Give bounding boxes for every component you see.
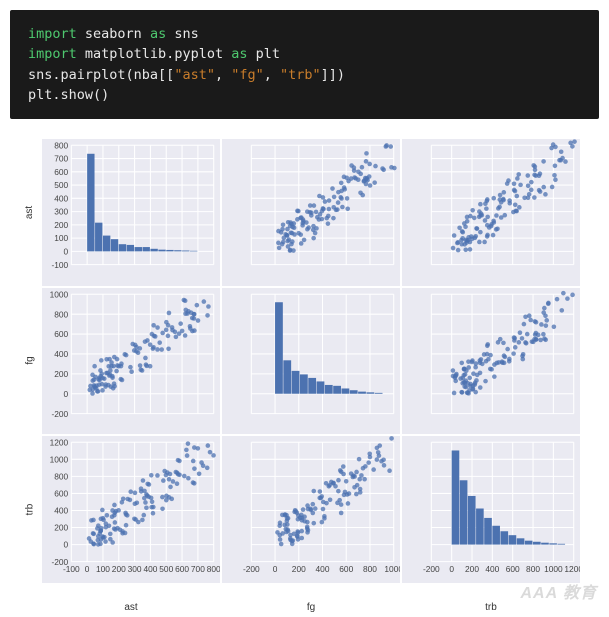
svg-text:200: 200: [54, 523, 68, 533]
ylabel-ast: ast: [20, 139, 40, 286]
svg-text:200: 200: [54, 369, 68, 379]
svg-text:400: 400: [54, 349, 68, 359]
svg-text:600: 600: [339, 564, 353, 574]
svg-text:1000: 1000: [544, 564, 563, 574]
code-line-3: sns.pairplot(nba[["ast", "fg", "trb"]]): [28, 65, 581, 85]
svg-text:1000: 1000: [50, 289, 69, 299]
svg-text:200: 200: [54, 220, 68, 230]
svg-text:-200: -200: [243, 564, 260, 574]
cell-trb-trb: -200 0 200 400 600 800 10001200: [402, 436, 580, 583]
cell-fg-trb: [402, 288, 580, 435]
svg-text:800: 800: [207, 564, 220, 574]
svg-text:1000: 1000: [384, 564, 400, 574]
ylabel-trb: trb: [20, 436, 40, 583]
code-line-1: import seaborn as sns: [28, 24, 581, 44]
svg-text:800: 800: [54, 472, 68, 482]
svg-text:1200: 1200: [564, 564, 580, 574]
svg-text:200: 200: [292, 564, 306, 574]
svg-text:0: 0: [85, 564, 90, 574]
svg-text:600: 600: [506, 564, 520, 574]
cell-ast-ast: -100 0 100 200 300 400 500 600 700 800: [42, 139, 220, 286]
svg-text:400: 400: [54, 193, 68, 203]
cell-ast-trb: [402, 139, 580, 286]
svg-text:400: 400: [316, 564, 330, 574]
watermark: AAA 教育: [520, 579, 597, 603]
xlabel-ast: ast: [42, 585, 220, 615]
code-line-2: import matplotlib.pyplot as plt: [28, 44, 581, 64]
ylabel-fg: fg: [20, 288, 40, 435]
svg-text:400: 400: [143, 564, 157, 574]
pairplot-grid: ast -1000100200300400500600700800 fg -20…: [20, 139, 580, 599]
svg-text:1200: 1200: [50, 438, 69, 448]
cell-trb-ast: -200020040060080010001200-10001002003004…: [42, 436, 220, 583]
svg-text:300: 300: [128, 564, 142, 574]
svg-text:1000: 1000: [50, 455, 69, 465]
svg-text:600: 600: [54, 489, 68, 499]
keyword: import: [28, 26, 77, 42]
svg-text:800: 800: [54, 140, 68, 150]
svg-text:-100: -100: [51, 260, 68, 270]
cell-fg-ast: -200 0 200 400 600 800 1000: [42, 288, 220, 435]
svg-text:0: 0: [64, 247, 69, 257]
svg-text:200: 200: [465, 564, 479, 574]
cell-ast-fg: [222, 139, 400, 286]
svg-text:600: 600: [54, 167, 68, 177]
code-line-4: plt.show(): [28, 85, 581, 105]
svg-text:200: 200: [112, 564, 126, 574]
svg-text:-200: -200: [423, 564, 440, 574]
svg-text:600: 600: [54, 329, 68, 339]
svg-text:400: 400: [485, 564, 499, 574]
svg-text:800: 800: [363, 564, 377, 574]
svg-text:500: 500: [54, 180, 68, 190]
svg-text:800: 800: [526, 564, 540, 574]
svg-text:400: 400: [54, 506, 68, 516]
svg-text:0: 0: [64, 540, 69, 550]
svg-text:-100: -100: [63, 564, 80, 574]
svg-text:300: 300: [54, 207, 68, 217]
svg-text:700: 700: [54, 154, 68, 164]
xlabel-fg: fg: [222, 585, 400, 615]
svg-text:500: 500: [159, 564, 173, 574]
svg-text:0: 0: [449, 564, 454, 574]
svg-text:0: 0: [64, 388, 69, 398]
svg-text:800: 800: [54, 309, 68, 319]
cell-trb-fg: -200 0 200 400 600 800 1000: [222, 436, 400, 583]
svg-text:600: 600: [175, 564, 189, 574]
svg-text:100: 100: [54, 233, 68, 243]
svg-text:0: 0: [273, 564, 278, 574]
code-block: import seaborn as sns import matplotlib.…: [10, 10, 599, 119]
svg-text:100: 100: [96, 564, 110, 574]
cell-fg-fg: [222, 288, 400, 435]
svg-text:700: 700: [191, 564, 205, 574]
svg-text:-200: -200: [51, 408, 68, 418]
